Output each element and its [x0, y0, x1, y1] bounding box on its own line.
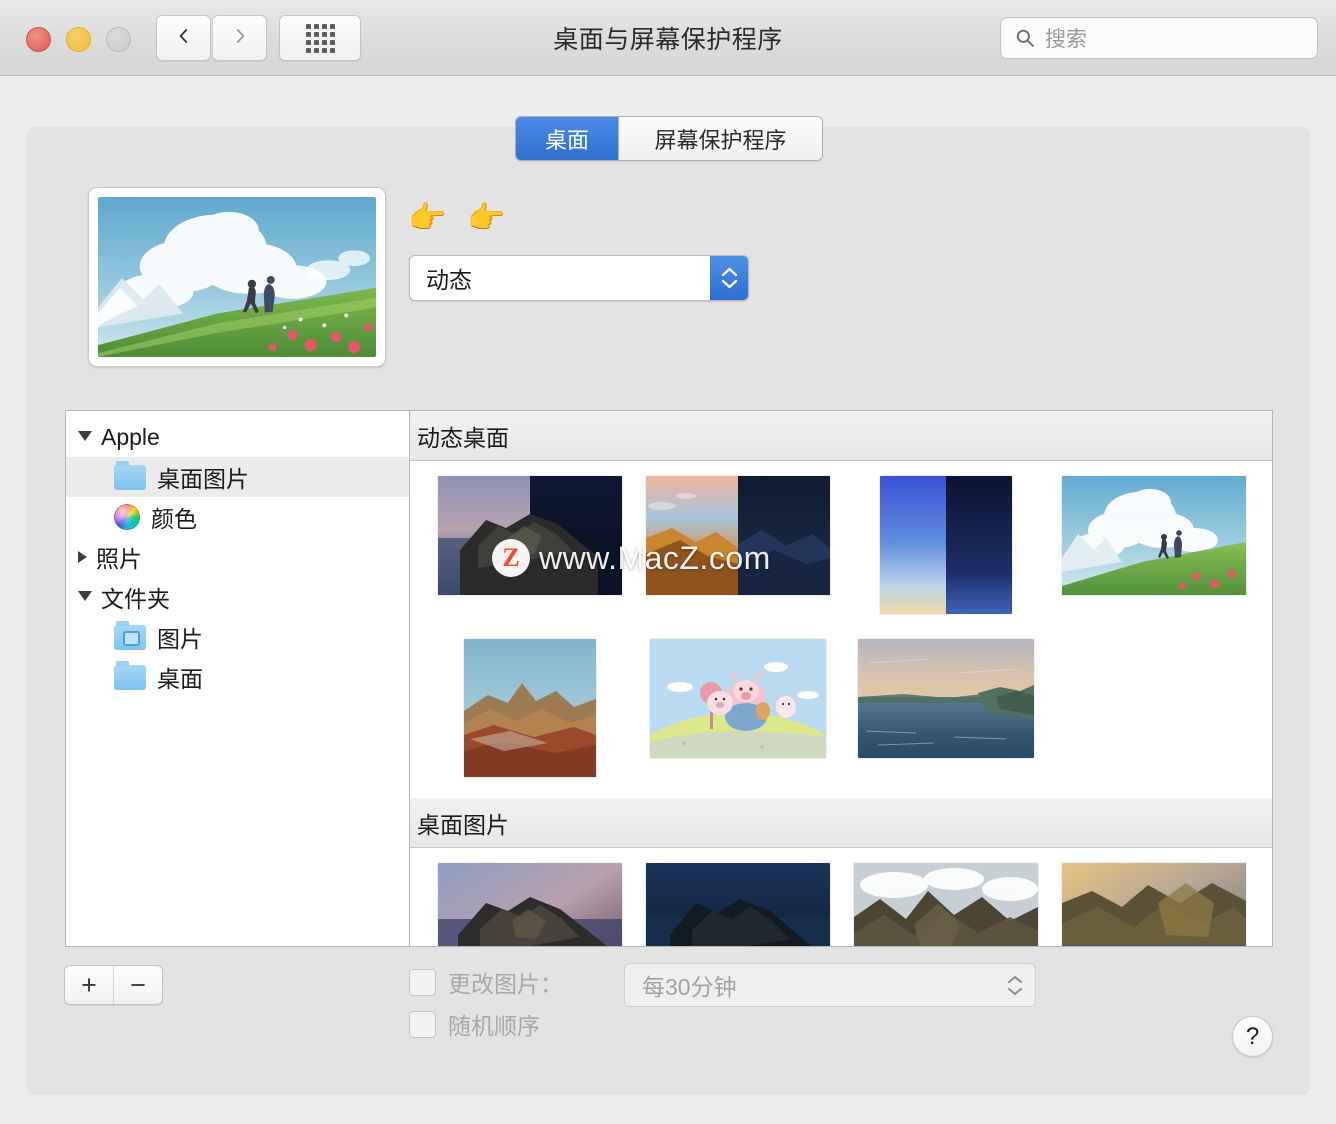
preferences-window: 桌面与屏幕保护程序 搜索 桌面 屏幕保护程序 👉 👉 动态 Apple 桌面图片…	[0, 0, 1336, 1124]
change-interval-popup[interactable]: 每30分钟	[624, 963, 1036, 1007]
add-folder-button[interactable]: +	[65, 966, 113, 1004]
sidebar-item-colors[interactable]: 颜色	[66, 497, 409, 537]
stepper-up-down-icon[interactable]	[710, 256, 748, 300]
sidebar-item-photos[interactable]: 照片	[66, 537, 409, 577]
random-order-label: 随机顺序	[448, 1013, 540, 1039]
wallpaper-coastline-dynamic[interactable]	[858, 639, 1034, 758]
wallpaper-desert-mesa-dynamic[interactable]	[464, 639, 596, 777]
wallpaper-cell[interactable]	[634, 639, 842, 777]
preview-thumbnail-image	[98, 197, 376, 357]
remove-folder-button[interactable]: −	[113, 966, 162, 1004]
wallpaper-catalina-night-still[interactable]	[646, 863, 830, 946]
change-picture-checkbox[interactable]	[409, 968, 436, 996]
tab-bar: 桌面 屏幕保护程序	[515, 116, 823, 161]
search-field[interactable]: 搜索	[1000, 17, 1318, 59]
wallpaper-cell-empty	[1050, 639, 1258, 777]
sidebar-item-label: 文件夹	[101, 586, 170, 612]
section-header-dynamic: 动态桌面	[410, 411, 1272, 461]
color-wheel-icon	[114, 504, 140, 530]
pointing-hand-hint: 👉 👉	[408, 200, 512, 235]
section-header-desktop-pictures: 桌面图片	[410, 798, 1272, 848]
wallpaper-cell[interactable]	[842, 476, 1050, 614]
sidebar-item-label: 桌面	[157, 666, 203, 692]
wallpaper-solar-gradients-dynamic[interactable]	[880, 476, 1012, 614]
wallpaper-anime-sky-dynamic[interactable]	[1062, 476, 1246, 595]
wallpaper-cliffs-day-still[interactable]	[854, 863, 1038, 946]
wallpaper-row	[410, 461, 1272, 614]
wallpaper-cell[interactable]	[842, 863, 1050, 946]
current-desktop-preview[interactable]	[88, 187, 386, 367]
wallpaper-cell[interactable]	[634, 476, 842, 614]
wallpaper-cell[interactable]	[1050, 863, 1258, 946]
sidebar-item-folders[interactable]: 文件夹	[66, 577, 409, 617]
wallpaper-row	[410, 614, 1272, 777]
folder-icon	[114, 460, 146, 490]
change-picture-label: 更改图片：	[448, 971, 563, 997]
search-icon	[1015, 28, 1035, 48]
wallpaper-cartoon-pigs-dynamic[interactable]	[650, 639, 826, 758]
disclosure-open-icon[interactable]	[78, 431, 92, 441]
sidebar-item-label: 照片	[96, 546, 142, 572]
wallpaper-cell[interactable]	[426, 863, 634, 946]
sidebar-item-desktop-folder[interactable]: 桌面	[66, 657, 409, 697]
source-list[interactable]: Apple 桌面图片 颜色 照片 文件夹 图片 桌面	[66, 411, 410, 946]
preferences-panel: 桌面 屏幕保护程序 👉 👉 动态 Apple 桌面图片 颜色 照片 文件夹 图片…	[27, 116, 1310, 1095]
change-picture-row[interactable]: 更改图片：	[409, 965, 563, 999]
sidebar-item-label: 图片	[157, 626, 203, 652]
tab-screensaver[interactable]: 屏幕保护程序	[618, 117, 822, 160]
wallpaper-browser: Apple 桌面图片 颜色 照片 文件夹 图片 桌面 动态桌面 桌面图片 Z w…	[65, 410, 1273, 947]
desktop-style-value: 动态	[426, 267, 472, 293]
wallpaper-cell[interactable]	[1050, 476, 1258, 614]
window-titlebar: 桌面与屏幕保护程序 搜索	[0, 0, 1336, 76]
sidebar-item-desktop-pictures[interactable]: 桌面图片	[66, 457, 409, 497]
disclosure-closed-icon[interactable]	[78, 551, 87, 563]
wallpaper-row	[410, 848, 1272, 946]
change-interval-value: 每30分钟	[642, 974, 737, 1000]
sidebar-item-pictures-folder[interactable]: 图片	[66, 617, 409, 657]
sidebar-item-label: 颜色	[151, 506, 197, 532]
help-button[interactable]: ?	[1232, 1016, 1273, 1057]
wallpaper-mojave-dynamic[interactable]	[646, 476, 830, 595]
tab-desktop[interactable]: 桌面	[516, 117, 618, 160]
sidebar-item-label: Apple	[101, 423, 160, 450]
folder-pictures-icon	[114, 620, 146, 650]
wallpaper-cell[interactable]	[842, 639, 1050, 777]
folder-icon	[114, 660, 146, 690]
wallpaper-catalina-dynamic[interactable]	[438, 476, 622, 595]
add-remove-folder-buttons[interactable]: + −	[64, 965, 163, 1005]
wallpaper-cell[interactable]	[426, 639, 634, 777]
stepper-up-down-icon[interactable]	[1007, 964, 1023, 1006]
disclosure-open-icon[interactable]	[78, 591, 92, 601]
wallpaper-cliffs-sunset-still[interactable]	[1062, 863, 1246, 946]
search-input-placeholder[interactable]: 搜索	[1045, 23, 1087, 53]
sidebar-item-label: 桌面图片	[157, 466, 249, 492]
wallpaper-catalina-day-still[interactable]	[438, 863, 622, 946]
sidebar-item-apple[interactable]: Apple	[66, 417, 409, 457]
random-order-checkbox[interactable]	[409, 1010, 436, 1038]
random-order-row[interactable]: 随机顺序	[409, 1007, 540, 1041]
desktop-style-popup[interactable]: 动态	[409, 255, 749, 301]
wallpaper-cell[interactable]	[426, 476, 634, 614]
wallpaper-grid[interactable]: 动态桌面 桌面图片 Z www.MacZ.com	[410, 411, 1272, 946]
wallpaper-cell[interactable]	[634, 863, 842, 946]
